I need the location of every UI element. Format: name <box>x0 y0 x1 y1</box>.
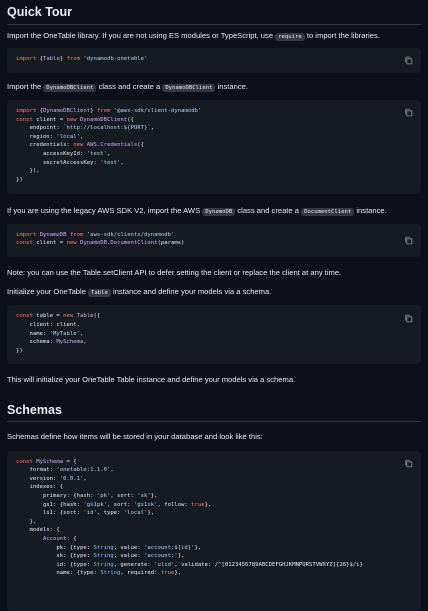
code-block-table-init: const table = new Table({ client: client… <box>7 305 421 365</box>
code-legacy-sdk: import DynamoDB from 'aws-sdk/clients/dy… <box>16 231 185 247</box>
para-table-summary: This will initialize your OneTable Table… <box>7 375 296 385</box>
heading-quick-tour: Quick Tour <box>7 0 421 25</box>
inline-code-dynamodb: DynamoDB <box>202 207 236 216</box>
code-schema: const MySchema = { format: 'onetable:1.1… <box>16 458 363 577</box>
heading-schemas: Schemas <box>7 398 421 423</box>
code-dynamo-client: import {DynamoDBClient} from '@aws-sdk/c… <box>16 107 202 183</box>
code-block-import-table: import {Table} from 'dynamodb-onetable' <box>7 48 421 74</box>
para-import-library: Import the OneTable library. If you are … <box>7 30 380 41</box>
inline-code-dynamodbclient: DynamoDBClient <box>43 84 97 93</box>
copy-icon[interactable] <box>404 236 413 245</box>
code-block-dynamo-client: import {DynamoDBClient} from '@aws-sdk/c… <box>7 99 421 194</box>
copy-icon[interactable] <box>404 314 413 323</box>
inline-code-table: Table <box>88 288 111 297</box>
para-initialize-table: Initialize your OneTable Table instance … <box>7 286 272 297</box>
copy-icon[interactable] <box>404 56 413 65</box>
para-set-client-note: Note: you can use the Table.setClient AP… <box>7 267 342 277</box>
code-block-legacy-sdk: import DynamoDB from 'aws-sdk/clients/dy… <box>7 223 421 257</box>
code-table-init: const table = new Table({ client: client… <box>16 313 101 354</box>
para-import-client: Import the DynamoDBClient class and crea… <box>7 82 248 93</box>
copy-icon[interactable] <box>404 459 413 468</box>
inline-code-require: require <box>275 32 305 41</box>
copy-icon[interactable] <box>404 108 413 117</box>
inline-code-documentclient: DocumentClient <box>301 207 355 216</box>
para-legacy-sdk: If you are using the legacy AWS SDK V2, … <box>7 205 387 216</box>
code-block-schema: const MySchema = { format: 'onetable:1.1… <box>7 450 421 611</box>
para-schemas-intro: Schemas define how items will be stored … <box>7 432 263 442</box>
inline-code-dynamodbclient-2: DynamoDBClient <box>162 84 216 93</box>
readme-page: Quick Tour Import the OneTable library. … <box>0 0 428 611</box>
code-import-table: import {Table} from 'dynamodb-onetable' <box>16 56 148 63</box>
